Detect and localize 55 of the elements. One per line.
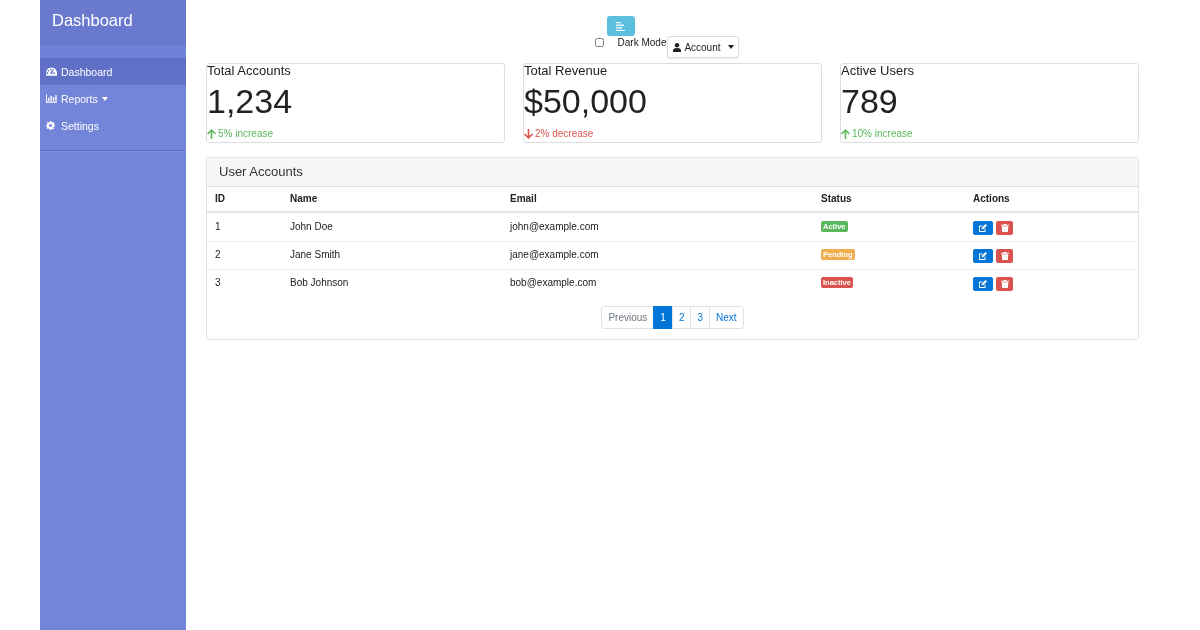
- dark-mode-checkbox[interactable]: [594, 38, 604, 47]
- card-title: Active Users: [841, 64, 914, 78]
- panel-title: User Accounts: [207, 158, 1138, 187]
- column-header: ID: [214, 192, 226, 206]
- page-button[interactable]: 3: [690, 306, 710, 329]
- table-cell-text: jane@example.com: [508, 248, 600, 262]
- column-header: Email: [509, 192, 538, 206]
- arrow-up-icon: [207, 129, 216, 139]
- edit-button[interactable]: [973, 249, 993, 263]
- edit-button[interactable]: [973, 277, 993, 291]
- table-cell-text: 3: [214, 276, 222, 290]
- column-header: Name: [289, 192, 319, 206]
- change-text: 10% increase: [852, 128, 913, 140]
- pencil-icon: [979, 252, 987, 260]
- sidebar-title: Dashboard: [40, 0, 186, 45]
- edit-button[interactable]: [973, 221, 993, 235]
- column-header: Actions: [972, 192, 1011, 206]
- align-left-icon: [616, 21, 626, 31]
- page-button[interactable]: 1: [653, 306, 673, 329]
- table-cell-text: john@example.com: [508, 220, 600, 234]
- trash-icon: [1000, 252, 1009, 260]
- checkbox-label: Dark Mode: [617, 37, 667, 49]
- delete-button[interactable]: [996, 277, 1013, 291]
- sidebar-item[interactable]: Dashboard: [40, 58, 186, 85]
- column-header: Status: [820, 192, 853, 206]
- arrow-up-icon: [841, 129, 850, 139]
- arrow-down-icon: [524, 129, 533, 139]
- page-button[interactable]: Next: [709, 306, 744, 329]
- trash-icon: [1000, 280, 1009, 288]
- account-button[interactable]: Account: [667, 36, 740, 58]
- card-value: $50,000: [524, 81, 647, 121]
- bar-chart-icon: [46, 94, 57, 103]
- sidebar-toggle-button[interactable]: [606, 16, 635, 36]
- table-cell-text: bob@example.com: [509, 276, 598, 290]
- table-cell-text: Bob Johnson: [289, 276, 350, 290]
- change-text: 2% decrease: [535, 128, 594, 140]
- user-icon: [673, 42, 682, 52]
- table-cell-text: John Doe: [289, 220, 334, 234]
- gear-icon: [46, 121, 55, 130]
- card-value: 789: [841, 81, 898, 121]
- pencil-icon: [979, 224, 987, 232]
- pencil-icon: [979, 280, 987, 288]
- delete-button[interactable]: [996, 249, 1013, 263]
- trash-icon: [1000, 224, 1009, 232]
- card-value: 1,234: [207, 81, 293, 121]
- card-title: Total Revenue: [524, 64, 608, 78]
- table-cell-text: 1: [214, 220, 222, 234]
- caret-icon: [727, 45, 734, 49]
- card-title: Total Accounts: [207, 64, 291, 78]
- caret-icon: [101, 96, 108, 101]
- change-text: 5% increase: [218, 128, 274, 140]
- table-cell-text: Jane Smith: [289, 248, 342, 262]
- gauge-icon: [46, 67, 57, 76]
- table-cell-text: 2: [214, 248, 222, 262]
- delete-button[interactable]: [996, 221, 1013, 235]
